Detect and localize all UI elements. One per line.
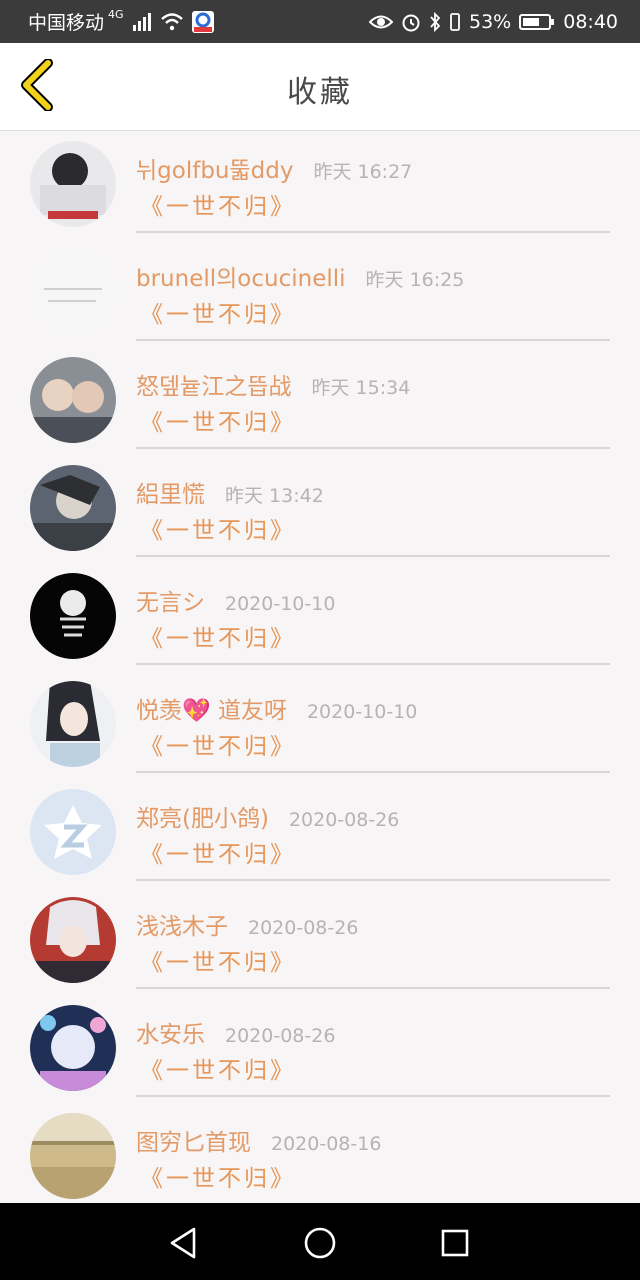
list-item[interactable]: 无言シ 2020-10-10 《一世不归》 [0,563,640,671]
list-item[interactable]: 浅浅木子 2020-08-26 《一世不归》 [0,887,640,995]
wifi-icon [160,12,184,31]
book-title: 《一世不归》 [140,950,296,976]
square-recents-icon [441,1229,469,1257]
avatar [30,789,116,875]
avatar [30,357,116,443]
triangle-back-icon [170,1227,196,1259]
battery-percent: 53% [469,10,512,33]
network-label: 4G [108,8,124,21]
user-name: 浅浅木子 [136,914,228,940]
book-title: 《一世不归》 [140,518,296,544]
clock: 08:40 [563,10,618,33]
timestamp: 2020-08-26 [248,917,359,939]
book-title: 《一世不归》 [140,1166,296,1192]
avatar [30,897,116,983]
timestamp: 2020-08-26 [225,1025,336,1047]
avatar [30,1005,116,1091]
bluetooth-icon [429,11,441,32]
nav-back-button[interactable] [161,1221,205,1265]
avatar [30,465,116,551]
avatar [30,573,116,659]
list-item[interactable]: 뉘golfbu뚧ddy 昨天 16:27 《一世不归》 [0,131,640,239]
list-item[interactable]: 絽里慌 昨天 13:42 《一世不归》 [0,455,640,563]
timestamp: 昨天 16:27 [313,161,413,183]
list-item[interactable]: 悦羡💖 道友呀 2020-10-10 《一世不归》 [0,671,640,779]
timestamp: 昨天 15:34 [311,377,411,399]
user-name: brunell의ocucinelli [136,266,346,292]
user-name: 无言シ [136,590,205,616]
signal-icon [132,12,152,31]
app-notification-icon [191,10,214,33]
battery-icon [519,13,555,31]
status-bar: 中国移动 4G 53% 08:40 [0,0,640,43]
title-bar: 收藏 [0,43,640,131]
list-item[interactable]: 图穷匕首现 2020-08-16 《一世不归》 [0,1103,640,1211]
list-item[interactable]: 郑亮(肥小鸽) 2020-08-26 《一世不归》 [0,779,640,887]
vibrate-icon [449,12,461,32]
user-name: 图穷匕首现 [136,1130,251,1156]
timestamp: 昨天 16:25 [365,269,465,291]
user-name: 郑亮(肥小鸽) [136,806,269,832]
timestamp: 2020-10-10 [306,701,418,723]
user-name: 悦羡💖 道友呀 [136,698,287,724]
nav-recents-button[interactable] [433,1221,477,1265]
avatar [30,249,116,335]
favorites-list: 뉘golfbu뚧ddy 昨天 16:27 《一世不归》 brunell의ocuc… [0,131,640,1211]
user-name: 水安乐 [136,1022,205,1048]
book-title: 《一世不归》 [140,626,296,652]
book-title: 《一世不归》 [140,842,296,868]
timestamp: 2020-08-26 [288,809,400,831]
system-nav-bar [0,1203,640,1280]
user-name: 絽里慌 [136,482,205,508]
user-name: 怒뎊늍江之뜹战 [136,374,292,400]
alarm-icon [401,12,421,32]
user-name: 뉘golfbu뚧ddy [136,158,294,184]
timestamp: 昨天 13:42 [225,485,324,507]
list-item[interactable]: brunell의ocucinelli 昨天 16:25 《一世不归》 [0,239,640,347]
list-item[interactable]: 怒뎊늍江之뜹战 昨天 15:34 《一世不归》 [0,347,640,455]
book-title: 《一世不归》 [140,734,296,760]
list-item[interactable]: 水安乐 2020-08-26 《一世不归》 [0,995,640,1103]
book-title: 《一世不归》 [140,302,296,328]
book-title: 《一世不归》 [140,194,296,220]
book-title: 《一世不归》 [140,1058,296,1084]
circle-home-icon [304,1227,336,1259]
page-title: 收藏 [287,75,353,110]
avatar [30,681,116,767]
eye-icon [369,13,393,31]
avatar [30,141,116,227]
timestamp: 2020-08-16 [271,1133,382,1155]
timestamp: 2020-10-10 [225,593,336,615]
carrier-label: 中国移动 [28,12,105,34]
book-title: 《一世不归》 [140,410,296,436]
nav-home-button[interactable] [298,1221,342,1265]
avatar [30,1113,116,1199]
